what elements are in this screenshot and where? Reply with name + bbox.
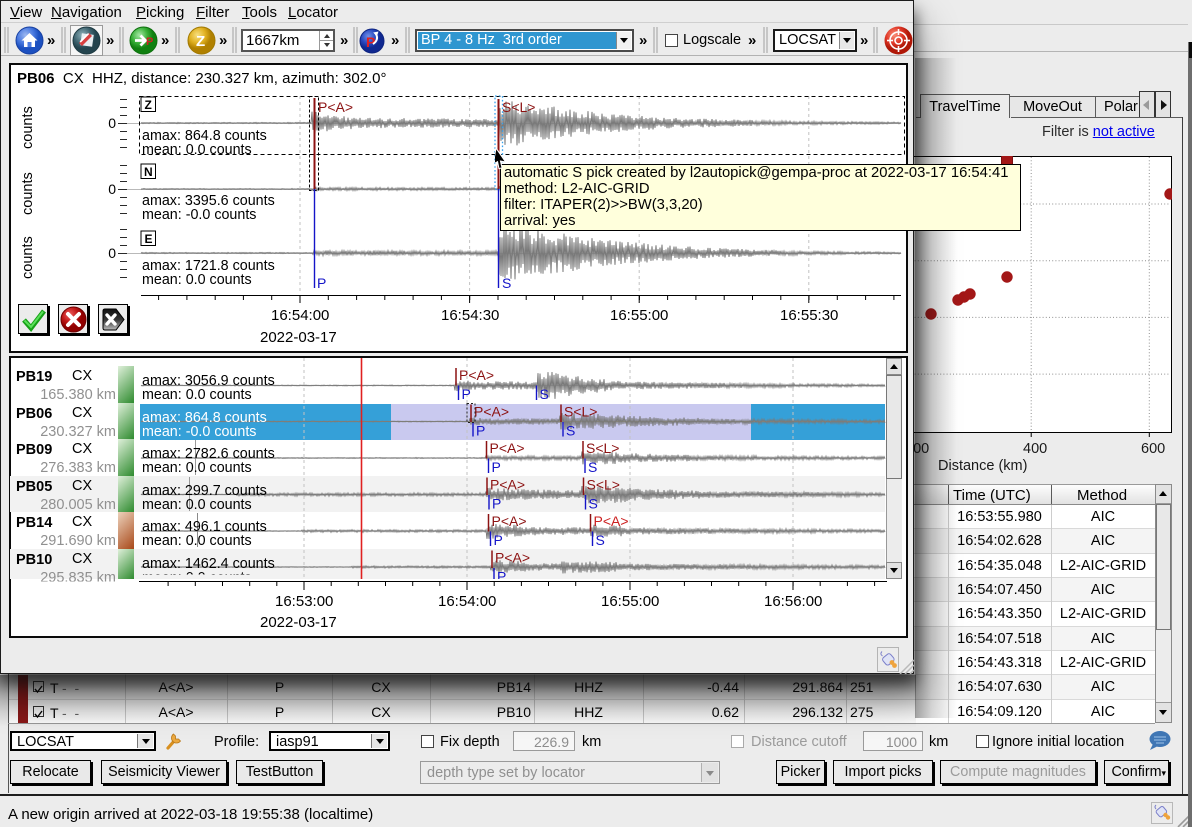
- svg-text:P<A>: P<A>: [492, 513, 527, 529]
- svg-text:S<L>: S<L>: [502, 99, 535, 115]
- svg-text:P: P: [146, 36, 153, 48]
- svg-text:600: 600: [1141, 441, 1165, 456]
- svg-text:P: P: [497, 569, 506, 580]
- svg-text:S: S: [566, 423, 575, 439]
- svg-text:counts: counts: [20, 172, 36, 215]
- svg-text:S<L>: S<L>: [564, 404, 597, 420]
- svg-text:P<A>: P<A>: [594, 513, 629, 529]
- svg-text:P<A>: P<A>: [495, 550, 530, 566]
- svg-text:S: S: [596, 532, 605, 548]
- svg-text:counts: counts: [20, 106, 36, 149]
- svg-text:counts: counts: [20, 236, 36, 279]
- svg-text:400: 400: [1023, 441, 1047, 456]
- svg-text:P: P: [462, 386, 471, 402]
- svg-text:S: S: [540, 386, 549, 402]
- svg-text:N: N: [144, 165, 153, 179]
- svg-text:P: P: [476, 423, 485, 439]
- svg-text:S: S: [588, 459, 597, 475]
- svg-text:P: P: [317, 275, 326, 291]
- svg-text:P: P: [492, 496, 501, 512]
- svg-text:P<A>: P<A>: [318, 99, 353, 115]
- svg-text:E: E: [145, 232, 153, 246]
- svg-text:P<A>: P<A>: [490, 477, 525, 493]
- svg-text:Z: Z: [196, 33, 205, 50]
- svg-text:S: S: [502, 275, 511, 291]
- svg-text:P: P: [494, 532, 503, 548]
- svg-text:P<A>: P<A>: [459, 367, 494, 383]
- svg-text:S: S: [589, 496, 598, 512]
- svg-text:S<L>: S<L>: [587, 477, 620, 493]
- svg-text:Z: Z: [145, 98, 152, 112]
- svg-text:S<L>: S<L>: [586, 440, 619, 456]
- svg-text:P<A>: P<A>: [474, 404, 509, 420]
- svg-text:P<A>: P<A>: [490, 440, 525, 456]
- svg-text:P: P: [492, 459, 501, 475]
